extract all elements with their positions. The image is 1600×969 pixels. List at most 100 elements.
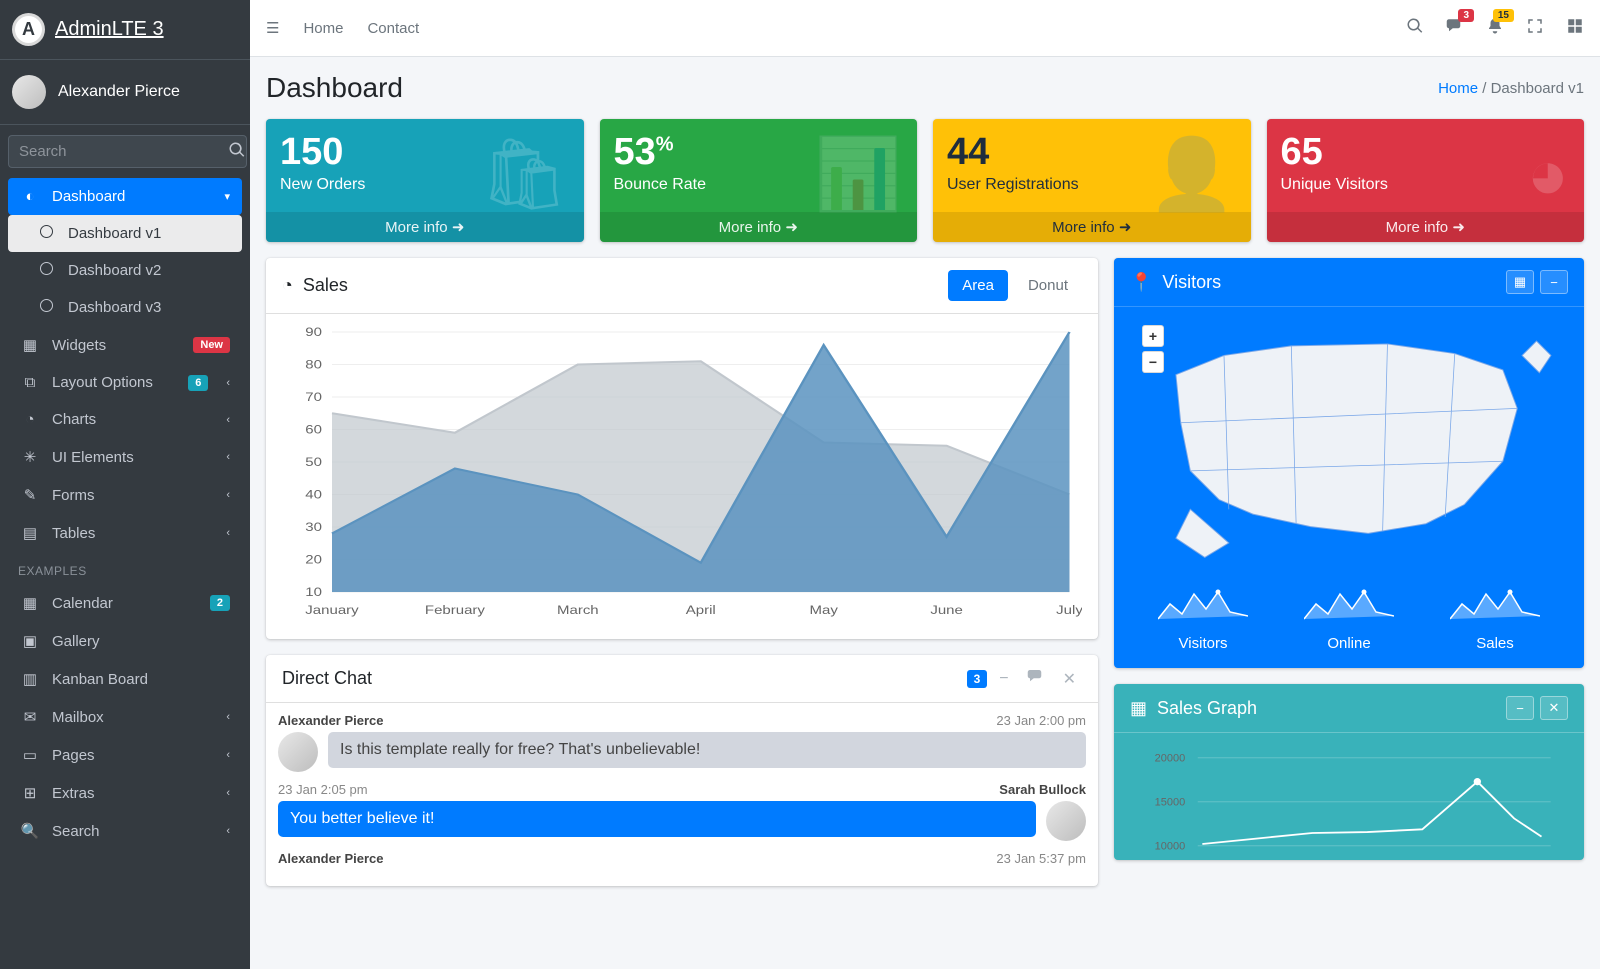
sidebar-item-tables[interactable]: ▤ Tables ‹ <box>8 514 242 552</box>
svg-text:15000: 15000 <box>1155 797 1186 809</box>
sidebar-item-dashboard[interactable]: ◐ Dashboard ▾ <box>8 178 242 215</box>
card-visitors: 📍Visitors ▦ − + − <box>1114 258 1584 668</box>
sidebar-item-pages[interactable]: ▭ Pages ‹ <box>8 736 242 774</box>
bag-icon: 🛍 <box>480 134 569 216</box>
chat-message: 23 Jan 2:05 pmSarah Bullock You better b… <box>278 782 1086 841</box>
box-more-link[interactable]: More info ➜ <box>600 212 918 242</box>
sidebar-item-label: Forms <box>52 487 95 504</box>
sidebar-item-charts[interactable]: ◔ Charts ‹ <box>8 401 242 438</box>
usa-map-icon <box>1130 317 1568 567</box>
stat-boxes-row: 150 New Orders 🛍 More info ➜ 53% Bounce … <box>266 119 1584 242</box>
comments-icon <box>1027 667 1045 685</box>
close-button[interactable]: ✕ <box>1540 696 1568 720</box>
chevron-left-icon: ‹ <box>226 527 230 539</box>
contacts-toggle[interactable] <box>1021 667 1051 690</box>
topbar-grid[interactable] <box>1566 17 1584 40</box>
sidebar-item-layout[interactable]: ⧉ Layout Options 6 ‹ <box>8 364 242 401</box>
tab-donut[interactable]: Donut <box>1014 270 1082 301</box>
sidebar-item-label: Pages <box>52 747 95 764</box>
box-more-link[interactable]: More info ➜ <box>1267 212 1585 242</box>
svg-text:May: May <box>810 603 839 616</box>
sidebar-item-label: Search <box>52 823 100 840</box>
avatar <box>278 732 318 772</box>
badge-messages: 3 <box>1458 9 1474 22</box>
chat-badge: 3 <box>967 670 988 688</box>
sidebar-item-widgets[interactable]: ▦ Widgets New <box>8 326 242 364</box>
chevron-left-icon: ‹ <box>226 451 230 463</box>
search-button[interactable] <box>228 135 247 168</box>
box-value-number: 53 <box>614 131 656 173</box>
more-label: More info <box>385 219 452 236</box>
user-plus-icon: 👤 <box>1148 134 1235 216</box>
card-title: Sales <box>303 275 348 296</box>
bars-icon: ☰ <box>266 20 279 37</box>
sidebar-item-extras[interactable]: ⊞ Extras ‹ <box>8 774 242 812</box>
svg-text:February: February <box>425 603 485 616</box>
nav-contact[interactable]: Contact <box>367 20 419 37</box>
sales-chart: 102030405060708090JanuaryFebruaryMarchAp… <box>266 314 1098 639</box>
sidebar-item-label: Tables <box>52 525 95 542</box>
breadcrumb-home[interactable]: Home <box>1438 80 1478 97</box>
topbar: ☰ Home Contact 3 15 <box>250 0 1600 57</box>
chat-sender: Alexander Pierce <box>278 713 384 728</box>
map-zoom-out[interactable]: − <box>1142 351 1164 373</box>
th-icon: ▦ <box>20 336 40 354</box>
svg-text:70: 70 <box>305 390 322 403</box>
sidebar-item-gallery[interactable]: ▣ Gallery <box>8 622 242 660</box>
nav-home[interactable]: Home <box>303 20 343 37</box>
box-more-link[interactable]: More info ➜ <box>266 212 584 242</box>
box-new-orders: 150 New Orders 🛍 More info ➜ <box>266 119 584 242</box>
topbar-messages[interactable]: 3 <box>1446 17 1464 40</box>
topbar-fullscreen[interactable] <box>1526 17 1544 40</box>
gauge-icon: ◐ <box>20 188 40 205</box>
map-zoom-in[interactable]: + <box>1142 325 1164 347</box>
sidebar-item-forms[interactable]: ✎ Forms ‹ <box>8 476 242 514</box>
sidebar-item-dashboard-v3[interactable]: Dashboard v3 <box>8 289 242 326</box>
spark-label: Sales <box>1450 635 1540 652</box>
card-direct-chat: Direct Chat 3 − ✕ Alexander Pierce23 Jan… <box>266 655 1098 886</box>
sidebar-item-ui[interactable]: ✳ UI Elements ‹ <box>8 438 242 476</box>
badge-new: New <box>193 337 230 353</box>
chat-message: Alexander Pierce23 Jan 2:00 pm Is this t… <box>278 713 1086 772</box>
sidebar-item-dashboard-v1[interactable]: Dashboard v1 <box>8 215 242 252</box>
sidebar-item-dashboard-v2[interactable]: Dashboard v2 <box>8 252 242 289</box>
collapse-button[interactable]: − <box>993 670 1014 688</box>
sidebar-item-label: Dashboard v2 <box>68 262 161 279</box>
collapse-button[interactable]: − <box>1506 696 1534 720</box>
pie-icon: ◔ <box>282 275 293 296</box>
svg-text:20: 20 <box>305 553 322 566</box>
menu-toggle[interactable]: ☰ <box>266 19 279 37</box>
chat-time: 23 Jan 2:00 pm <box>996 713 1086 728</box>
close-button[interactable]: ✕ <box>1057 669 1082 689</box>
sidebar-item-label: Mailbox <box>52 709 104 726</box>
sidebar-item-kanban[interactable]: ▥ Kanban Board <box>8 660 242 698</box>
sidebar-item-search[interactable]: 🔍 Search ‹ <box>8 812 242 850</box>
svg-text:30: 30 <box>305 520 322 533</box>
badge-count: 2 <box>210 595 230 611</box>
sparkline-icon <box>1158 584 1248 624</box>
sidebar-header-examples: EXAMPLES <box>8 552 242 584</box>
pie-chart-icon: ◕ <box>1527 134 1569 214</box>
svg-text:10: 10 <box>305 585 322 598</box>
topbar-search[interactable] <box>1406 17 1424 40</box>
search-input[interactable] <box>8 135 228 168</box>
brand-link[interactable]: A AdminLTE 3 <box>0 0 250 60</box>
topbar-alerts[interactable]: 15 <box>1486 17 1504 40</box>
card-sales-graph: ▦Sales Graph − ✕ 20000 15000 10000 <box>1114 684 1584 860</box>
spark-label: Visitors <box>1158 635 1248 652</box>
chat-sender: Sarah Bullock <box>999 782 1086 797</box>
sidebar-item-mailbox[interactable]: ✉ Mailbox ‹ <box>8 698 242 736</box>
more-label: More info <box>1386 219 1453 236</box>
user-panel[interactable]: Alexander Pierce <box>0 60 250 125</box>
date-button[interactable]: ▦ <box>1506 270 1534 294</box>
chevron-left-icon: ‹ <box>226 711 230 723</box>
tab-area[interactable]: Area <box>948 270 1008 301</box>
visitors-map[interactable]: + − <box>1114 307 1584 580</box>
sidebar-item-calendar[interactable]: ▦ Calendar 2 <box>8 584 242 622</box>
collapse-button[interactable]: − <box>1540 270 1568 294</box>
box-more-link[interactable]: More info ➜ <box>933 212 1251 242</box>
circle-icon <box>36 225 56 242</box>
sidebar-item-label: Dashboard v1 <box>68 225 161 242</box>
chat-sender: Alexander Pierce <box>278 851 384 866</box>
box-bounce-rate: 53% Bounce Rate 📊 More info ➜ <box>600 119 918 242</box>
